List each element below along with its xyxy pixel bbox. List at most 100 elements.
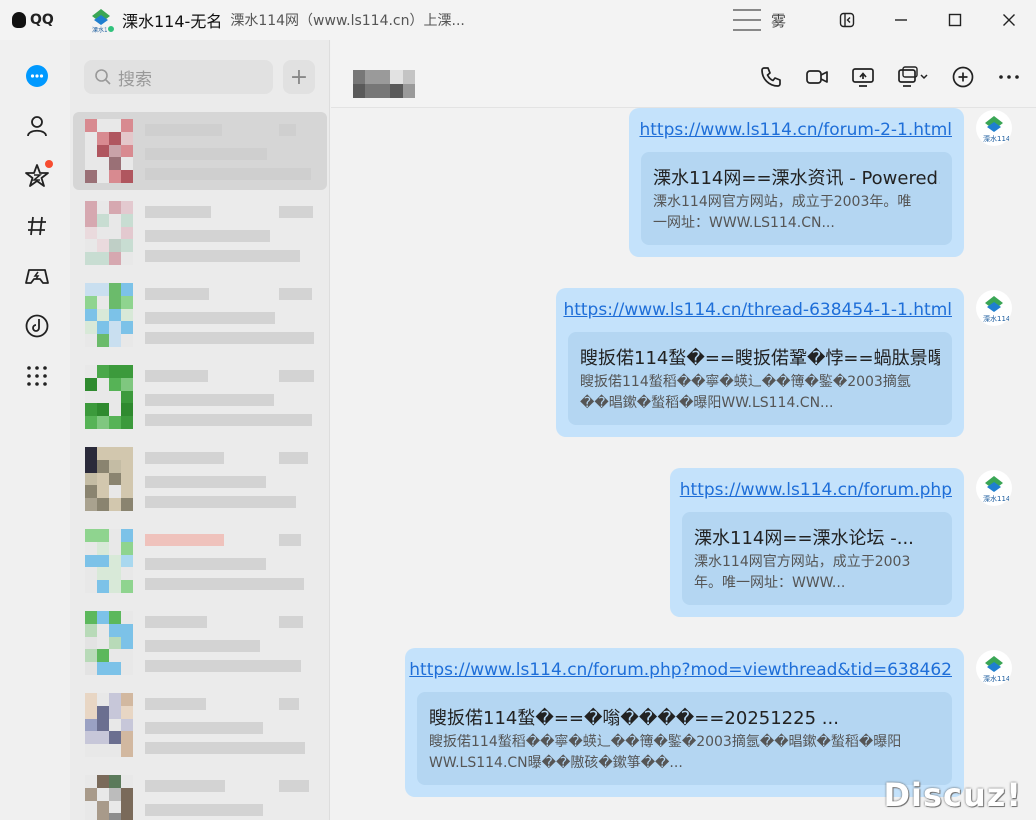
link-preview-card[interactable]: 瞍扳偌114蝵�==瞍扳偌鞏�悖==蝸肽景曝... 瞍扳偌114蝵稻��寧�蝧辶… [568,332,952,425]
qq-brand: QQ [0,12,80,28]
title-bar: QQ 溧水114 溧水114-无名 溧水114网（www.ls114.cn）上溧… [0,0,1036,40]
sender-avatar[interactable]: 溧水114 [976,650,1012,686]
chat-header [331,40,1036,108]
message-link[interactable]: https://www.ls114.cn/forum.php?mod=viewt… [409,660,952,680]
card-title: 瞍扳偌114蝵�==瞍扳偌鞏�悖==蝸肽景曝... [580,348,940,369]
blurred-text [145,534,224,546]
phone-call-icon[interactable] [758,64,784,90]
more-options-icon[interactable] [996,64,1022,90]
blurred-text [279,452,308,464]
conversation-item[interactable] [73,768,327,820]
chat-name-blurred [353,70,415,98]
more-apps-grid-icon[interactable] [23,362,51,390]
blurred-text [145,370,208,382]
chat-title: 溧水114-无名 [122,12,223,31]
blurred-text [279,370,314,382]
blurred-text [145,558,266,570]
blurred-text [145,698,206,710]
contacts-icon[interactable] [23,112,51,140]
blurred-text [145,168,311,180]
sender-avatar[interactable]: 溧水114 [976,110,1012,146]
notification-badge [45,160,53,168]
link-preview-card[interactable]: 瞍扳偌114蝵�==�嗡����==20251225 ... 瞍扳偌114蝵稻�… [417,692,952,785]
message-bubble[interactable]: https://www.ls114.cn/forum.php 溧水114网==溧… [670,468,964,617]
card-title: 瞍扳偌114蝵�==�嗡����==20251225 ... [429,708,839,729]
message-link[interactable]: https://www.ls114.cn/thread-638454-1-1.h… [563,300,952,320]
blurred-text [145,414,312,426]
minimize-button[interactable] [874,0,928,40]
blurred-text [145,452,224,464]
online-status-dot [106,24,116,34]
blurred-text [145,250,300,262]
avatar [85,611,133,675]
card-description: 溧水114网官方网站，成立于2003年。唯一网址：WWW.LS114.CN... [653,194,912,231]
conversation-item[interactable] [73,194,327,272]
remote-desktop-dropdown-icon[interactable] [896,64,930,90]
link-preview-card[interactable]: 溧水114网==溧水资讯 - Powered... 溧水114网官方网站，成立于… [641,152,952,245]
link-preview-card[interactable]: 溧水114网==溧水论坛 -... 溧水114网官方网站，成立于2003年。唯一… [682,512,952,605]
screen-share-icon[interactable] [850,64,876,90]
sidebar-toggle-button[interactable] [820,0,874,40]
message-bubble[interactable]: https://www.ls114.cn/forum-2-1.html 溧水11… [629,108,964,257]
message-link[interactable]: https://www.ls114.cn/forum-2-1.html [639,120,952,140]
conversation-item[interactable] [73,604,327,682]
discuz-watermark: Discuz! [883,776,1022,814]
avatar [85,693,133,757]
blurred-text [145,332,314,344]
blurred-text [145,742,305,754]
games-controller-icon[interactable] [23,262,51,290]
conversation-item[interactable] [73,112,327,190]
blurred-text [145,780,225,792]
card-title: 溧水114网==溧水论坛 -... [694,528,914,549]
blurred-text [145,312,275,324]
weather-lines-icon [732,9,761,31]
blurred-text [279,206,313,218]
ls114-logo-icon: 溧水114 [983,476,1009,503]
channels-hash-icon[interactable] [23,212,51,240]
blurred-text [145,124,222,136]
search-input[interactable]: 搜索 [84,60,273,94]
maximize-button[interactable] [928,0,982,40]
close-button[interactable] [982,0,1036,40]
conversation-item[interactable] [73,440,327,518]
blurred-text [279,534,301,546]
sender-avatar[interactable]: 溧水114 [976,290,1012,326]
blurred-text [145,476,266,488]
conversation-item[interactable] [73,358,327,436]
chat-logo-icon[interactable]: 溧水114 [88,7,116,34]
search-icon [95,69,111,85]
blurred-text [145,722,263,734]
card-description: 溧水114网官方网站，成立于2003年。唯一网址：WWW... [694,554,911,591]
blurred-text [145,496,296,508]
video-call-icon[interactable] [804,64,830,90]
blurred-text [145,394,274,406]
qq-penguin-icon [12,12,26,28]
card-description: 瞍扳偌114蝵稻��寧�蝧辶��簙�鍳�2003摘氬��晿鏉�蝵稻�曝阳WW.L… [429,734,902,771]
avatar [85,201,133,265]
card-description: 瞍扳偌114蝵稻��寧�蝧辶��簙�鍳�2003摘氬��晿鏉�蝵稻�曝阳WW.L… [580,374,911,411]
blurred-text [145,578,304,590]
conversation-item[interactable] [73,522,327,600]
message-link[interactable]: https://www.ls114.cn/forum.php [680,480,952,500]
blurred-text [279,616,303,628]
avatar [85,447,133,511]
sender-avatar[interactable]: 溧水114 [976,470,1012,506]
conversation-item[interactable] [73,276,327,354]
add-member-icon[interactable] [950,64,976,90]
conversation-item[interactable] [73,686,327,764]
message-bubble[interactable]: https://www.ls114.cn/thread-638454-1-1.h… [556,288,964,437]
blurred-text [145,660,301,672]
message-bubble[interactable]: https://www.ls114.cn/forum.php?mod=viewt… [405,648,964,797]
blurred-text [279,698,299,710]
avatar [85,775,133,820]
messages-icon[interactable] [23,62,51,90]
avatar [85,365,133,429]
ls114-logo-icon: 溧水114 [983,116,1009,143]
card-title: 溧水114网==溧水资讯 - Powered... [653,168,940,189]
svg-text:溧水114: 溧水114 [983,134,1009,143]
qzone-star-icon[interactable] [23,160,53,190]
blurred-text [145,206,211,218]
blurred-text [145,804,263,816]
add-button[interactable]: + [283,60,315,94]
music-icon[interactable] [23,312,51,340]
